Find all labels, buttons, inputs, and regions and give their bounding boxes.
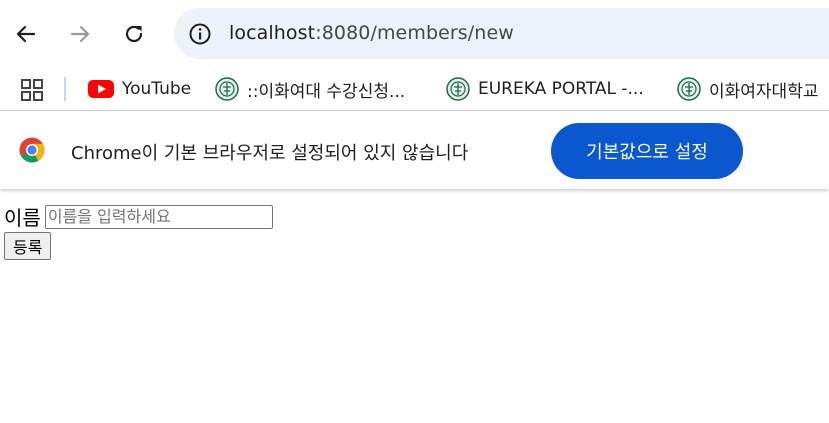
arrow-right-icon [70,25,90,43]
chrome-logo-icon [19,137,45,163]
bookmark-label: 이화여자대학교 [709,81,819,102]
set-default-button[interactable]: 기본값으로 설정 [551,123,743,179]
name-field-row: 이름 [4,203,825,230]
page-content: 이름 등록 [0,189,829,260]
back-button[interactable] [9,17,43,51]
ewha-emblem-icon [677,77,701,101]
bookmark-ewha-university[interactable]: 이화여자대학교 [677,74,818,104]
bookmark-youtube[interactable]: YouTube [88,74,191,104]
submit-button[interactable]: 등록 [4,232,52,260]
site-info-button[interactable] [186,20,214,48]
member-form: 이름 등록 [4,203,825,260]
reload-icon [125,25,143,43]
bookmark-eureka-portal[interactable]: EUREKA PORTAL -... [446,74,644,104]
info-circle-icon [189,23,211,45]
bookmark-ewha-registration[interactable]: ::이화여대 수강신청... [215,74,405,104]
infobar-message: Chrome이 기본 브라우저로 설정되어 있지 않습니다 [71,143,469,164]
forward-button[interactable] [63,17,97,51]
bookmark-label: YouTube [122,79,192,99]
default-browser-infobar: Chrome이 기본 브라우저로 설정되어 있지 않습니다 기본값으로 설정 [0,111,829,189]
url-path: :8080/members/new [315,22,514,44]
reload-button[interactable] [117,17,151,51]
bookmark-label: ::이화여대 수강신청... [247,81,406,102]
url-text[interactable]: localhost:8080/members/new [229,22,514,44]
arrow-left-icon [16,25,36,43]
browser-chrome: localhost:8080/members/new YouTube::이화여… [0,0,829,189]
bookmark-label: EUREKA PORTAL -... [478,79,644,99]
browser-toolbar: localhost:8080/members/new [0,0,829,66]
bookmarks-bar: YouTube ::이화여대 수강신청... EUREKA PORTAL -..… [0,66,829,111]
ewha-emblem-icon [215,77,239,101]
apps-grid-icon[interactable] [21,79,43,101]
url-host: localhost [229,22,316,44]
youtube-icon [88,80,114,98]
address-bar[interactable]: localhost:8080/members/new [174,8,829,59]
name-input[interactable] [44,204,273,229]
name-label: 이름 [4,206,41,230]
bookmarks-separator [64,77,66,101]
ewha-emblem-icon [446,77,470,101]
